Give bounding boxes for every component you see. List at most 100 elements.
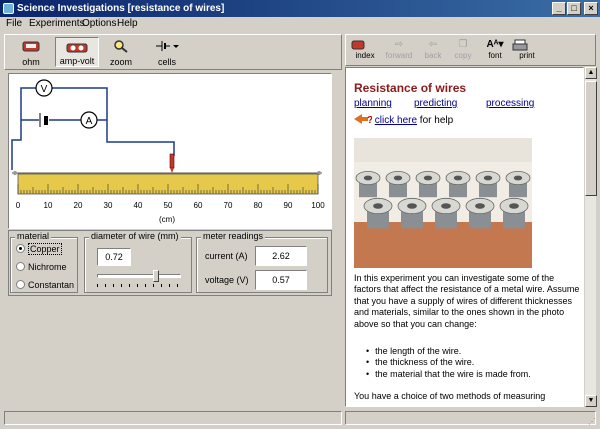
index-label: index bbox=[355, 51, 375, 60]
menu-options[interactable]: Options bbox=[82, 18, 116, 29]
help-suffix: for help bbox=[417, 115, 454, 126]
ruler-unit-label: (cm) bbox=[159, 215, 175, 224]
minimize-button[interactable]: _ bbox=[552, 2, 566, 15]
reel-hub bbox=[513, 175, 523, 181]
amp-volt-tool-label: amp-volt bbox=[59, 56, 95, 66]
diameter-slider-thumb[interactable] bbox=[153, 270, 160, 282]
radio-constantan[interactable]: Constantan bbox=[16, 280, 74, 290]
sliding-contact-probe[interactable] bbox=[169, 153, 175, 173]
scroll-thumb[interactable] bbox=[585, 81, 597, 196]
ruler-tick-label: 90 bbox=[284, 201, 293, 210]
reel-hub bbox=[393, 175, 403, 181]
wire-reels-photo bbox=[354, 138, 532, 268]
magnifier-icon bbox=[114, 40, 128, 53]
reel-hub bbox=[373, 203, 383, 209]
ruler-tick-label: 80 bbox=[254, 201, 263, 210]
planning-link[interactable]: planning bbox=[354, 98, 392, 109]
factor-thickness: the thickness of the wire. bbox=[366, 357, 531, 368]
ruler-tick-label: 100 bbox=[311, 201, 325, 210]
diameter-group: diameter of wire (mm) 0.72 bbox=[84, 231, 192, 293]
current-label: current (A) bbox=[205, 251, 248, 261]
zoom-tool-button[interactable]: zoom bbox=[103, 37, 139, 67]
font-button[interactable]: Aᴬ▾ font bbox=[480, 39, 510, 60]
menu-help[interactable]: Help bbox=[117, 18, 138, 29]
meter-readings-group-title: meter readings bbox=[201, 231, 266, 241]
ohm-tool-label: ohm bbox=[22, 57, 40, 67]
circuit-canvas: V A 0 10 20 30 40 50 60 70 80 90 100 (cm) bbox=[8, 73, 332, 229]
zoom-tool-label: zoom bbox=[109, 57, 132, 67]
menu-experiments[interactable]: Experiments bbox=[29, 18, 85, 29]
simulation-toolbar: ohm amp-volt zoom cells bbox=[4, 34, 342, 70]
ohm-tool-button[interactable]: ohm bbox=[11, 37, 51, 67]
reel-hub bbox=[407, 203, 417, 209]
ohmmeter-icon bbox=[22, 41, 40, 52]
factor-length: the length of the wire. bbox=[366, 346, 531, 357]
title-bar: Science Investigations [resistance of wi… bbox=[0, 0, 600, 17]
ruler-tick-label: 50 bbox=[164, 201, 173, 210]
factor-list: the length of the wire. the thickness of… bbox=[366, 346, 531, 380]
amp-volt-tool-button[interactable]: amp-volt bbox=[55, 37, 99, 67]
reel-hub bbox=[475, 203, 485, 209]
circuit-diagram: V A 0 10 20 30 40 50 60 70 80 90 100 (cm) bbox=[11, 79, 325, 224]
circuit-wire bbox=[11, 87, 175, 170]
forward-button[interactable]: ⇨ forward bbox=[382, 39, 416, 60]
cells-tool-label: cells bbox=[157, 57, 176, 67]
help-link[interactable]: click here bbox=[375, 115, 417, 126]
back-label: back bbox=[424, 51, 442, 60]
radio-copper-indicator bbox=[16, 244, 25, 253]
processing-link[interactable]: processing bbox=[486, 98, 534, 109]
window-title: Science Investigations [resistance of wi… bbox=[17, 3, 225, 14]
radio-constantan-indicator bbox=[16, 280, 25, 289]
question-mark-icon: ? bbox=[354, 114, 373, 126]
index-button[interactable]: index bbox=[350, 39, 380, 60]
copy-label: copy bbox=[454, 51, 472, 60]
reel-hub bbox=[441, 203, 451, 209]
close-button[interactable]: × bbox=[584, 2, 598, 15]
wire-reels-illustration bbox=[354, 138, 532, 268]
cells-tool-button[interactable]: cells bbox=[145, 37, 189, 67]
diameter-slider-ticks bbox=[97, 284, 181, 287]
forward-arrow-icon: ⇨ bbox=[394, 39, 404, 50]
material-group: material Copper Nichrome Constantan bbox=[10, 231, 78, 293]
help-line: ? click here for help bbox=[354, 113, 453, 126]
back-button[interactable]: ⇦ back bbox=[418, 39, 448, 60]
diameter-slider[interactable] bbox=[97, 270, 181, 288]
predicting-link[interactable]: predicting bbox=[414, 98, 457, 109]
diameter-slider-track bbox=[97, 274, 181, 278]
scroll-up-button[interactable]: ▲ bbox=[585, 67, 597, 79]
meter-readings-group: meter readings current (A) 2.62 voltage … bbox=[196, 231, 328, 293]
cell-negative-plate bbox=[44, 116, 48, 125]
radio-nichrome-label: Nichrome bbox=[28, 262, 67, 272]
scroll-down-button[interactable]: ▼ bbox=[585, 395, 597, 407]
copy-button[interactable]: ❐ copy bbox=[448, 39, 478, 60]
menu-bar: File Experiments Options Help bbox=[0, 17, 600, 32]
current-reading: 2.62 bbox=[255, 246, 307, 266]
voltage-reading: 0.57 bbox=[255, 270, 307, 290]
reel-hub bbox=[423, 175, 433, 181]
control-panel: material Copper Nichrome Constantan diam… bbox=[8, 230, 332, 296]
resize-grip-icon[interactable]: ⋰ bbox=[588, 417, 598, 427]
document-heading: Resistance of wires bbox=[354, 81, 467, 95]
reel-hub bbox=[453, 175, 463, 181]
ruler-labels: 0 10 20 30 40 50 60 70 80 90 100 bbox=[16, 201, 325, 210]
voltage-label: voltage (V) bbox=[205, 275, 249, 285]
material-group-title: material bbox=[15, 231, 52, 241]
reel-hub bbox=[363, 175, 373, 181]
radio-copper[interactable]: Copper bbox=[16, 243, 62, 255]
ruler-tick-label: 0 bbox=[16, 201, 21, 210]
radio-copper-label: Copper bbox=[28, 243, 62, 255]
maximize-button[interactable]: □ bbox=[567, 2, 581, 15]
reel-hub bbox=[509, 203, 519, 209]
ammeter-voltmeter-icon bbox=[66, 43, 88, 53]
print-button[interactable]: print bbox=[512, 39, 542, 60]
font-icon: Aᴬ▾ bbox=[486, 39, 504, 50]
ruler-tick-label: 10 bbox=[44, 201, 53, 210]
diameter-field[interactable]: 0.72 bbox=[97, 248, 131, 266]
document-scrollbar[interactable]: ▲ ▼ bbox=[584, 67, 597, 407]
app-icon[interactable] bbox=[3, 3, 14, 14]
menu-file[interactable]: File bbox=[6, 18, 22, 29]
diameter-group-title: diameter of wire (mm) bbox=[89, 231, 181, 241]
radio-nichrome[interactable]: Nichrome bbox=[16, 262, 67, 272]
help-document: Resistance of wires planning predicting … bbox=[345, 67, 584, 407]
battery-cells-icon bbox=[156, 41, 179, 51]
